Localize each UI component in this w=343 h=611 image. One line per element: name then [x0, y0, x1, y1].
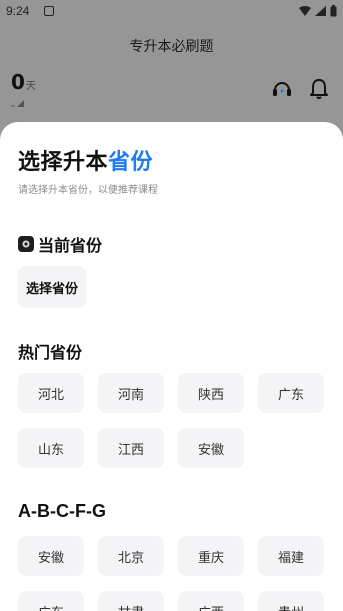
- province-chip-henan[interactable]: 河南: [98, 373, 164, 413]
- select-province-button[interactable]: 选择省份: [18, 266, 86, 308]
- countdown-days: 0天: [11, 70, 36, 94]
- alpha-group-title: A-B-C-F-G: [18, 501, 106, 521]
- sheet-title-accent: 省份: [108, 150, 154, 175]
- current-province-title: 当前省份: [38, 236, 103, 255]
- sheet-title: 选择升本省份: [18, 144, 153, 176]
- province-chip-guangdong-alpha[interactable]: 广东: [18, 591, 84, 611]
- notification-icon: [44, 6, 54, 16]
- province-chip-shandong[interactable]: 山东: [18, 428, 84, 468]
- province-chip-chongqing[interactable]: 重庆: [178, 536, 244, 576]
- province-chip-anhui-alpha[interactable]: 安徽: [18, 536, 84, 576]
- bell-icon[interactable]: [309, 78, 329, 100]
- days-decoration: [11, 99, 25, 109]
- status-time: 9:24: [6, 4, 30, 18]
- days-value: 0: [11, 70, 25, 94]
- province-chip-hebei[interactable]: 河北: [18, 373, 84, 413]
- province-picker-sheet: 选择升本省份 请选择升本省份，以便推荐课程 当前省份 选择省份 热门省份 河北 …: [0, 122, 343, 611]
- province-chip-jiangxi[interactable]: 江西: [98, 428, 164, 468]
- province-chip-shaanxi[interactable]: 陕西: [178, 373, 244, 413]
- province-chip-guizhou[interactable]: 贵州: [258, 591, 324, 611]
- header-icons: [271, 78, 329, 100]
- province-chip-guangdong[interactable]: 广东: [258, 373, 324, 413]
- hot-provinces-title: 热门省份: [18, 343, 83, 362]
- wifi-icon: [299, 6, 311, 16]
- sheet-title-main: 选择升本: [18, 150, 109, 175]
- province-chip-guangxi[interactable]: 广西: [178, 591, 244, 611]
- signal-icon: [315, 6, 326, 16]
- province-chip-fujian[interactable]: 福建: [258, 536, 324, 576]
- days-unit: 天: [25, 81, 36, 92]
- status-icons: [299, 5, 337, 17]
- signal-mark-icon: [11, 100, 24, 107]
- province-chip-anhui[interactable]: 安徽: [178, 428, 244, 468]
- current-province-heading: 当前省份: [18, 232, 102, 256]
- province-chip-gansu[interactable]: 甘肃: [98, 591, 164, 611]
- sheet-subtitle: 请选择升本省份，以便推荐课程: [18, 185, 158, 196]
- location-icon: [18, 236, 34, 252]
- app-title: 专升本必刷题: [129, 39, 214, 55]
- headset-icon[interactable]: [271, 78, 293, 100]
- battery-icon: [330, 5, 337, 17]
- province-chip-beijing[interactable]: 北京: [98, 536, 164, 576]
- status-bar: 9:24: [0, 0, 343, 24]
